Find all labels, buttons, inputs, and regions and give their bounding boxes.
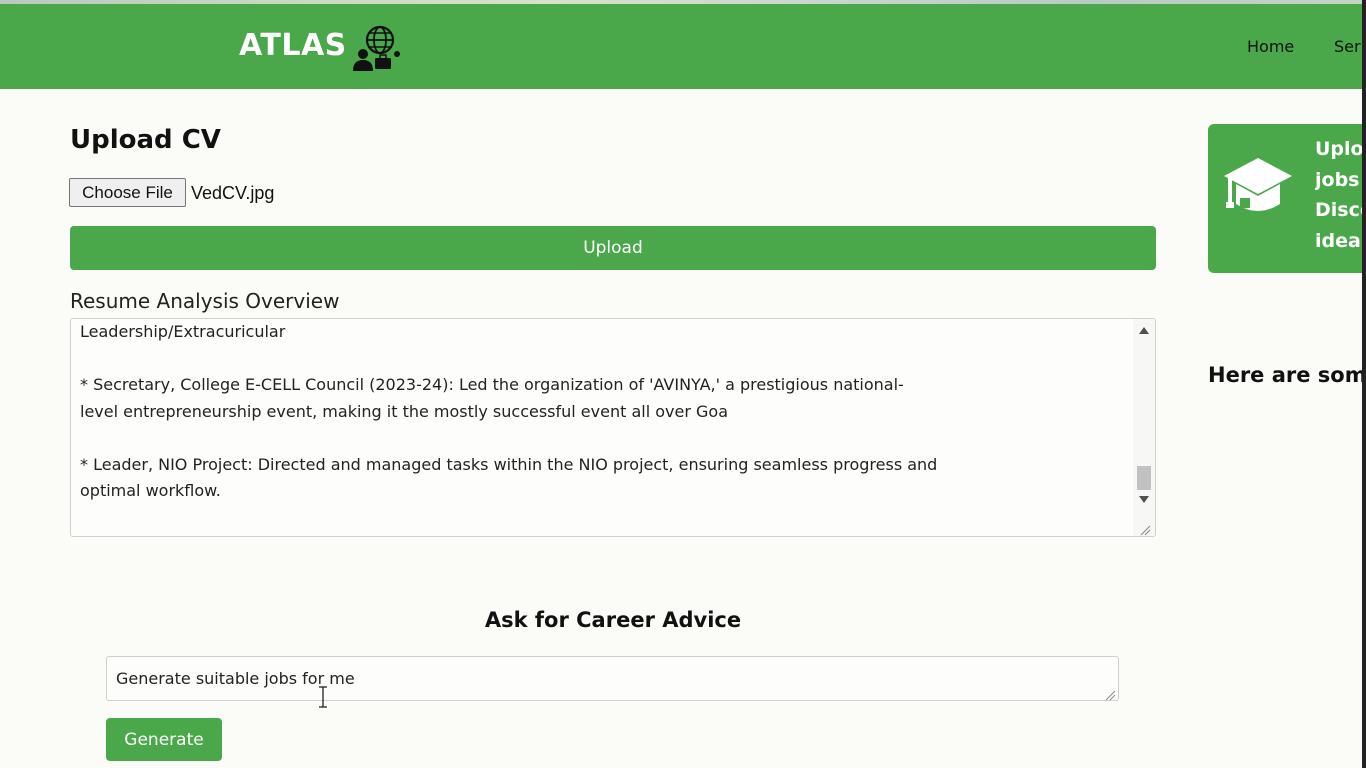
upload-button[interactable]: Upload xyxy=(70,226,1156,270)
text-cursor-icon xyxy=(318,686,328,708)
suggestions-heading: Here are some xyxy=(1208,363,1366,387)
graduation-cap-icon xyxy=(1222,154,1294,226)
scroll-thumb[interactable] xyxy=(1137,466,1151,490)
upload-cv-title: Upload CV xyxy=(70,125,221,155)
info-card-line: jobs c xyxy=(1315,168,1366,191)
nav-services-link[interactable]: Ser xyxy=(1334,37,1361,56)
info-card-line: ideal xyxy=(1315,229,1366,252)
nav-home-link[interactable]: Home xyxy=(1247,37,1294,56)
resize-grip-icon[interactable] xyxy=(1105,686,1116,701)
resume-analysis-label: Resume Analysis Overview xyxy=(70,289,340,313)
choose-file-button[interactable]: Choose File xyxy=(69,178,186,207)
scroll-down-arrow-icon[interactable] xyxy=(1139,496,1149,503)
selected-file-name: VedCV.jpg xyxy=(191,183,275,203)
info-card-line: Uploa xyxy=(1315,138,1366,160)
career-advice-input[interactable]: Generate suitable jobs for me xyxy=(106,656,1119,701)
scroll-up-arrow-icon[interactable] xyxy=(1139,327,1149,334)
resume-analysis-text: Leadership/Extracuricular * Secretary, C… xyxy=(80,322,938,500)
analysis-scrollbar[interactable] xyxy=(1133,319,1155,536)
info-card: Uploa jobs c Disco ideal xyxy=(1208,124,1366,273)
resume-analysis-textarea[interactable]: Leadership/Extracuricular * Secretary, C… xyxy=(70,318,1156,537)
info-card-text: Uploa jobs c Disco ideal xyxy=(1315,134,1366,256)
brand-logo-text[interactable]: ATLAS xyxy=(239,28,347,63)
resize-grip-icon[interactable] xyxy=(1139,521,1151,536)
navbar: ATLAS Home Ser xyxy=(0,4,1366,89)
window-edge xyxy=(1362,0,1366,768)
career-advice-title: Ask for Career Advice xyxy=(484,608,742,632)
info-card-line: Disco xyxy=(1315,199,1366,221)
generate-button[interactable]: Generate xyxy=(106,718,222,761)
career-globe-icon xyxy=(351,24,401,72)
